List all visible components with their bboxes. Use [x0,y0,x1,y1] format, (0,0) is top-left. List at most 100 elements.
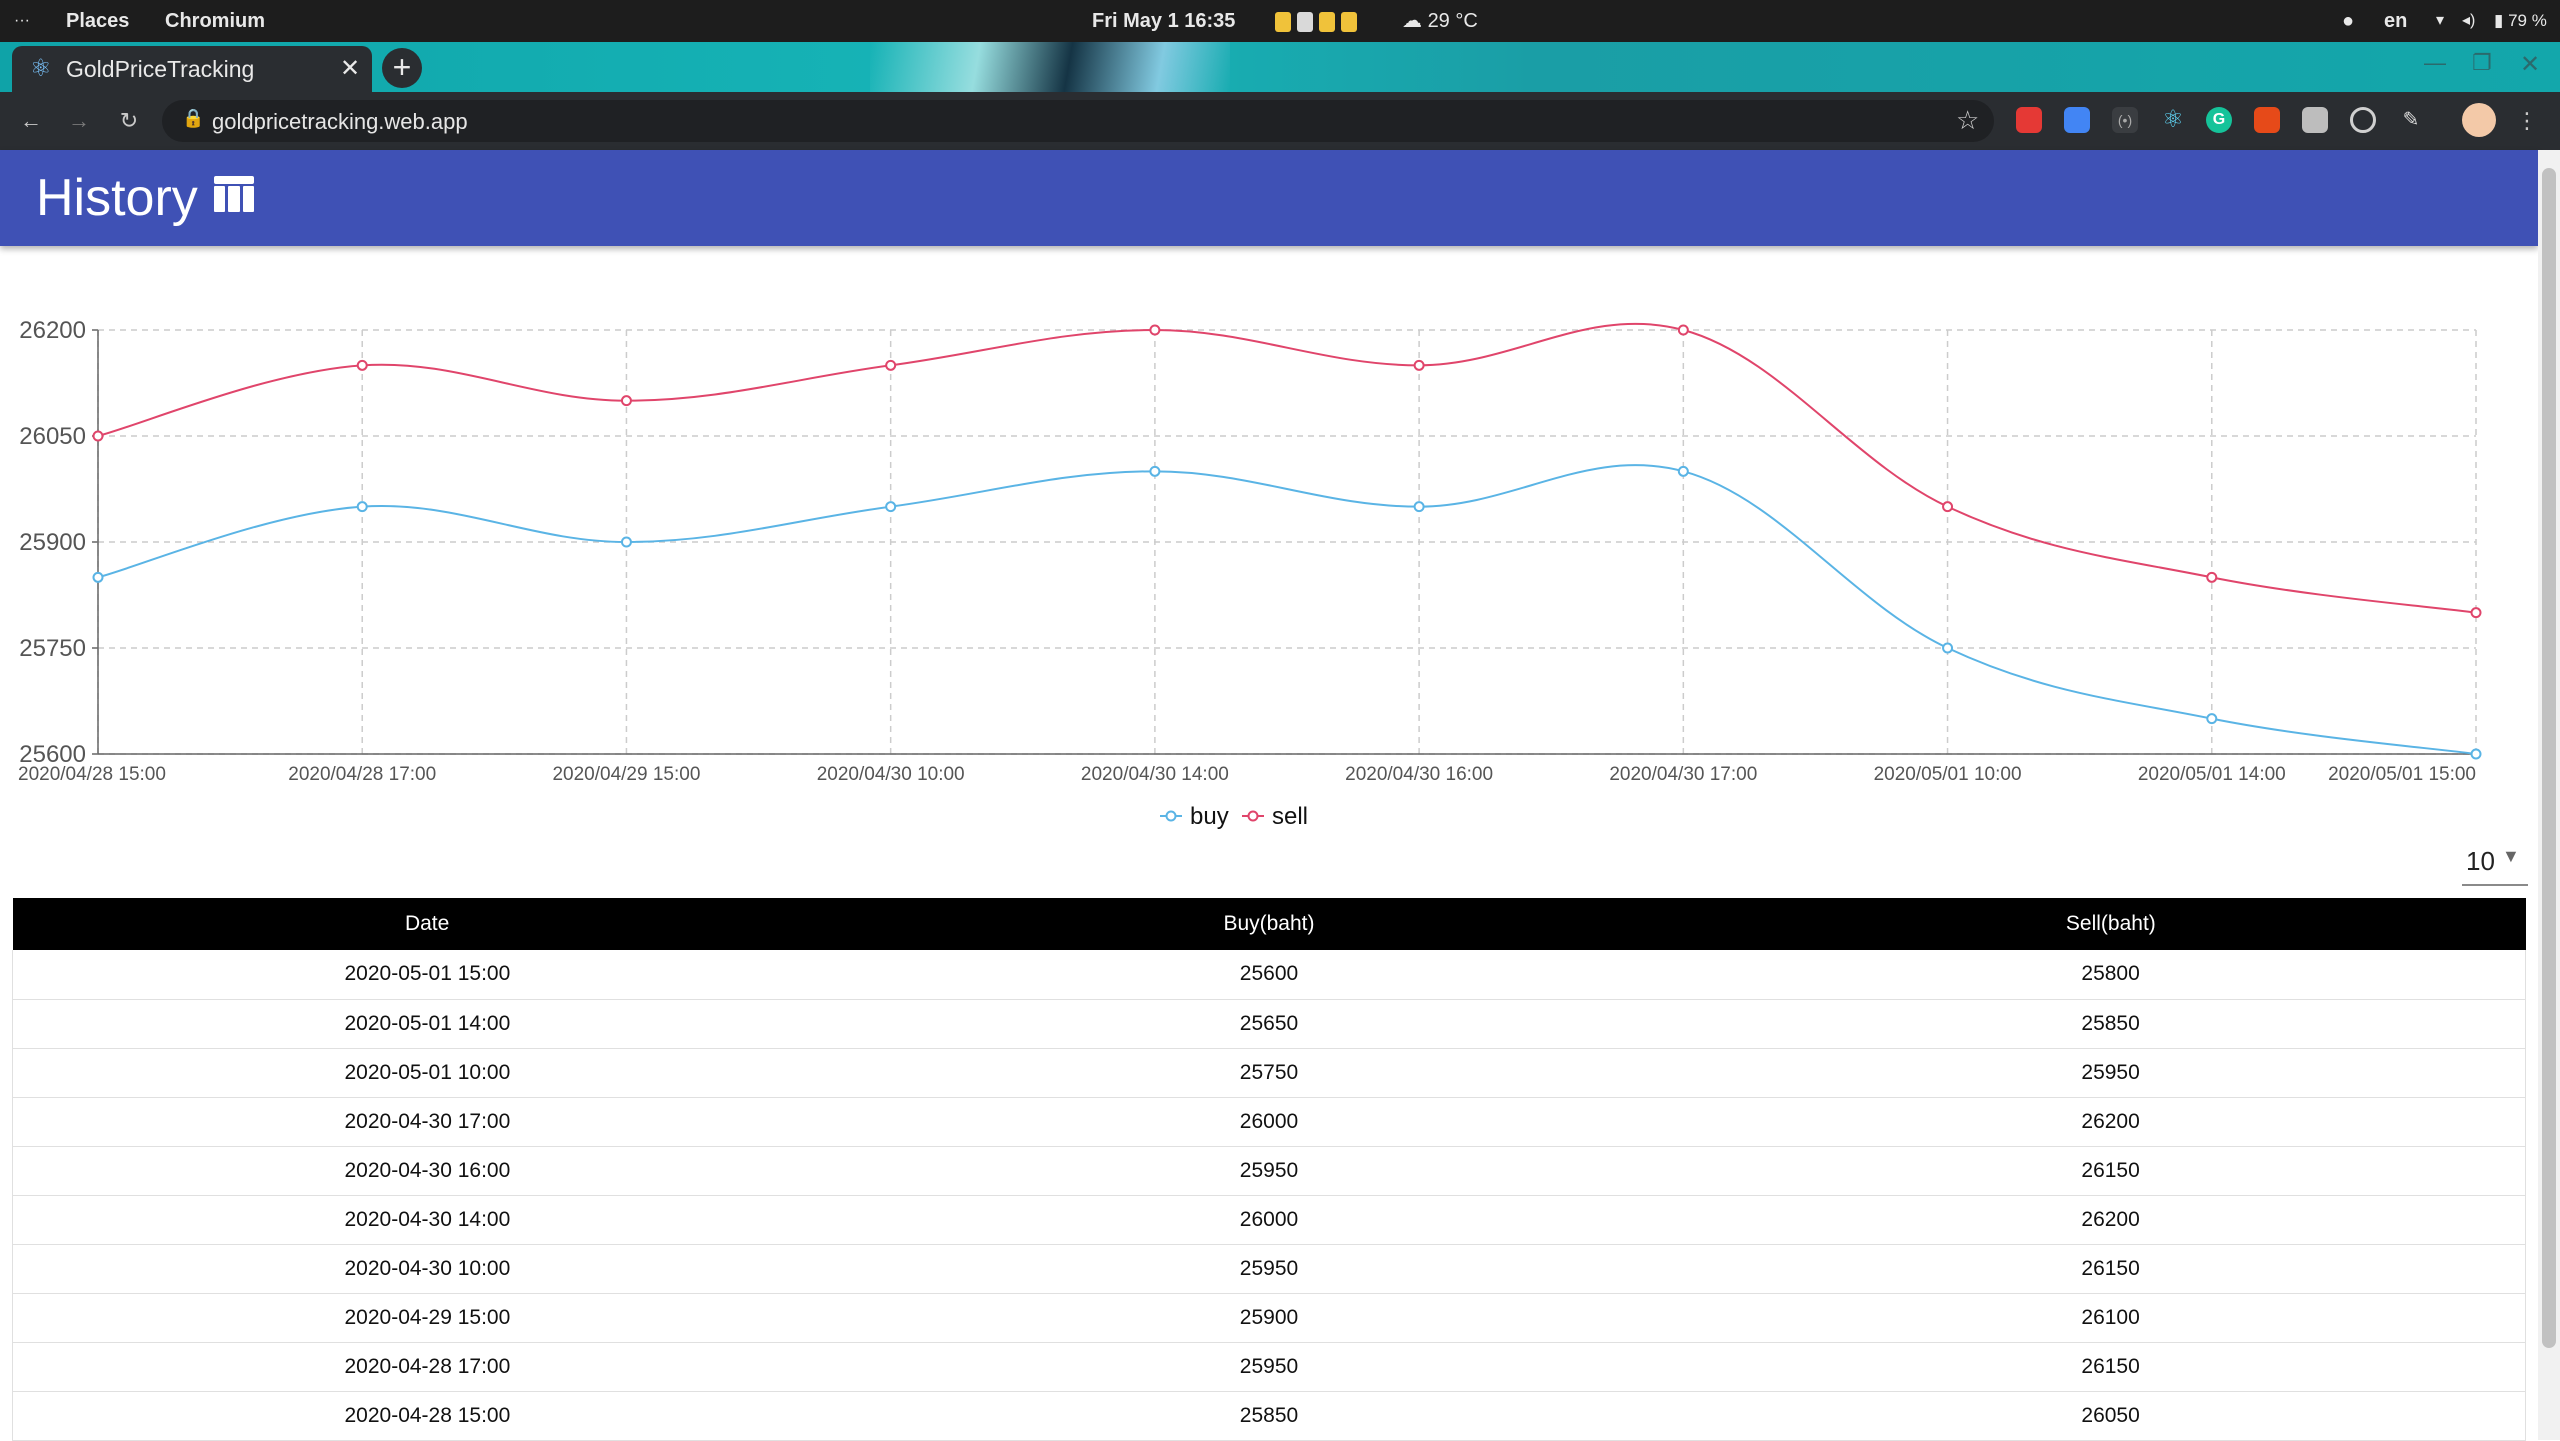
x-tick-label: 2020/05/01 14:00 [2138,764,2286,785]
column-header-date[interactable]: Date [12,898,842,950]
y-tick-label: 25900 [19,529,86,556]
table-row: 2020-04-28 15:00 25850 26050 [11,1391,2527,1441]
page-title: History [36,169,198,227]
series-line-buy [97,464,2477,755]
x-tick-label: 2020/05/01 10:00 [1874,764,2022,785]
column-header-sell[interactable]: Sell(baht) [1696,898,2526,950]
y-tick-label: 25750 [19,635,86,662]
extension-grammarly-icon[interactable]: G [2206,107,2232,133]
cell-buy: 25950 [841,1342,1697,1392]
cell-buy: 25650 [841,999,1697,1049]
minimize-icon[interactable]: — [2424,50,2446,76]
view-column-icon [214,176,254,212]
extension-target-icon[interactable] [2350,107,2376,133]
cell-date: 2020-04-30 10:00 [11,1244,842,1294]
tray-network-icon [1341,11,1357,32]
tab-strip: ⚛ GoldPriceTracking ✕ + — ❐ ✕ [0,42,2560,92]
extension-sword-icon[interactable]: ✎ [2398,107,2424,133]
y-tick-label: 26050 [19,423,86,450]
data-point-buy [2470,748,2482,760]
data-point-buy [1149,465,1161,477]
cell-buy: 26000 [841,1195,1697,1245]
address-bar[interactable]: 🔒 goldpricetracking.web.app ☆ [162,100,1994,142]
wifi-icon[interactable]: ▾ [2436,0,2444,42]
x-tick-label: 2020/04/30 16:00 [1345,764,1493,785]
tray-indicators[interactable] [1275,0,1363,42]
extension-red-icon[interactable] [2254,107,2280,133]
data-point-sell [1149,324,1161,336]
cell-sell: 26200 [1696,1097,2527,1147]
clock[interactable]: Fri May 1 16:35 [1092,0,1235,42]
system-top-bar: ··· Places Chromium Fri May 1 16:35 ☁ 29… [0,0,2560,42]
extension-react-icon[interactable]: ⚛ [2160,107,2186,133]
url-text: goldpricetracking.web.app [212,109,468,134]
rows-per-page-select[interactable]: 10 ▼ [2462,840,2528,886]
cell-buy: 26000 [841,1097,1697,1147]
data-point-buy [356,501,368,513]
cell-date: 2020-04-28 15:00 [11,1391,842,1441]
cell-buy: 25750 [841,1048,1697,1098]
cell-sell: 26150 [1696,1146,2527,1196]
x-tick-label: 2020/04/29 15:00 [552,764,700,785]
profile-avatar[interactable] [2462,103,2496,137]
window-close-icon[interactable]: ✕ [2520,50,2540,79]
cell-date: 2020-05-01 15:00 [11,950,842,1000]
back-arrow-icon[interactable]: ← [16,106,46,136]
browser-menu-icon[interactable]: ⋮ [2512,106,2542,136]
maximize-icon[interactable]: ❐ [2472,50,2492,76]
scrollbar-thumb[interactable] [2542,168,2556,1348]
series-line-sell [97,322,2477,614]
weather-indicator[interactable]: ☁ 29 °C [1402,0,1478,42]
react-favicon-icon: ⚛ [30,55,52,82]
x-tick-label: 2020/04/30 17:00 [1609,764,1757,785]
app-header: History [0,150,2538,246]
extension-chat-icon[interactable] [2302,107,2328,133]
battery-icon: ▮ [2494,11,2504,30]
data-point-sell [885,359,897,371]
language-indicator[interactable]: en [2384,0,2407,42]
battery-text: 79 % [2508,11,2547,30]
cell-sell: 26150 [1696,1244,2527,1294]
tray-disk-icon [1319,11,1335,32]
activities-button[interactable]: ··· [14,0,30,42]
table-row: 2020-04-28 17:00 25950 26150 [11,1342,2527,1392]
cell-sell: 26150 [1696,1342,2527,1392]
cell-date: 2020-05-01 10:00 [11,1048,842,1098]
cell-sell: 26200 [1696,1195,2527,1245]
data-point-buy [1677,465,1689,477]
tray-cpu-icon [1275,11,1291,32]
table-row: 2020-04-30 14:00 26000 26200 [11,1195,2527,1245]
cell-date: 2020-05-01 14:00 [11,999,842,1049]
data-point-sell [2470,607,2482,619]
accessibility-icon[interactable]: ● [2342,0,2354,42]
cell-sell: 25800 [1696,950,2527,1000]
lock-icon: 🔒 [182,108,205,128]
page-scrollbar[interactable] [2538,150,2560,1440]
extension-broadcast-icon[interactable]: (•) [2112,107,2138,133]
x-tick-label: 2020/04/28 15:00 [18,764,166,785]
legend-marker-sell [1247,810,1259,822]
extension-translate-icon[interactable] [2064,107,2090,133]
app-menu[interactable]: Chromium [165,0,265,42]
volume-icon[interactable]: ◂) [2462,0,2475,42]
table-row: 2020-04-30 10:00 25950 26150 [11,1244,2527,1294]
table-row: 2020-04-30 16:00 25950 26150 [11,1146,2527,1196]
column-header-buy[interactable]: Buy(baht) [841,898,1697,950]
extension-adblock-icon[interactable] [2016,107,2042,133]
places-menu[interactable]: Places [66,0,129,42]
forward-arrow-icon[interactable]: → [64,106,94,136]
tab-goldpricetracking[interactable]: ⚛ GoldPriceTracking ✕ [12,46,372,92]
cell-date: 2020-04-30 17:00 [11,1097,842,1147]
cell-buy: 25950 [841,1146,1697,1196]
table-row: 2020-05-01 14:00 25650 25850 [11,999,2527,1049]
reload-icon[interactable]: ↻ [114,106,144,136]
cell-sell: 25850 [1696,999,2527,1049]
data-point-buy [1413,501,1425,513]
new-tab-button[interactable]: + [382,48,422,88]
table-row: 2020-05-01 15:00 25600 25800 [11,950,2527,1000]
battery-indicator[interactable]: ▮ 79 % [2494,0,2547,42]
history-table: Date Buy(baht) Sell(baht) 2020-05-01 15:… [11,898,2527,1441]
tab-close-icon[interactable]: ✕ [340,54,360,83]
bookmark-star-icon[interactable]: ☆ [1956,105,1979,136]
cell-buy: 25850 [841,1391,1697,1441]
